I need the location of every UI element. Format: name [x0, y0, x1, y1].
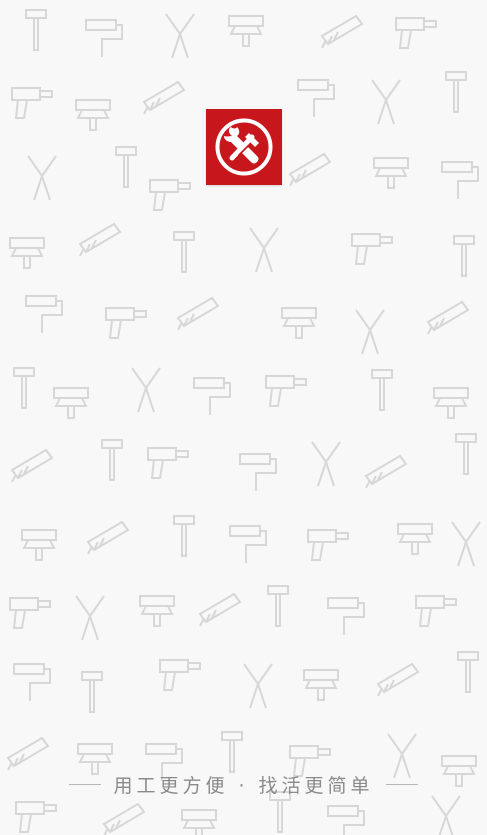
- crossed-wrench-hammer-icon: [206, 109, 282, 185]
- slogan-left-divider: [69, 783, 102, 785]
- slogan-text: 用工更方便 · 找活更简单: [113, 774, 374, 797]
- app-logo: [206, 109, 282, 185]
- splash-screen: 用工更方便 · 找活更简单: [0, 0, 487, 835]
- slogan-row: 用工更方便 · 找活更简单: [0, 768, 487, 800]
- slogan-right-divider: [385, 783, 418, 785]
